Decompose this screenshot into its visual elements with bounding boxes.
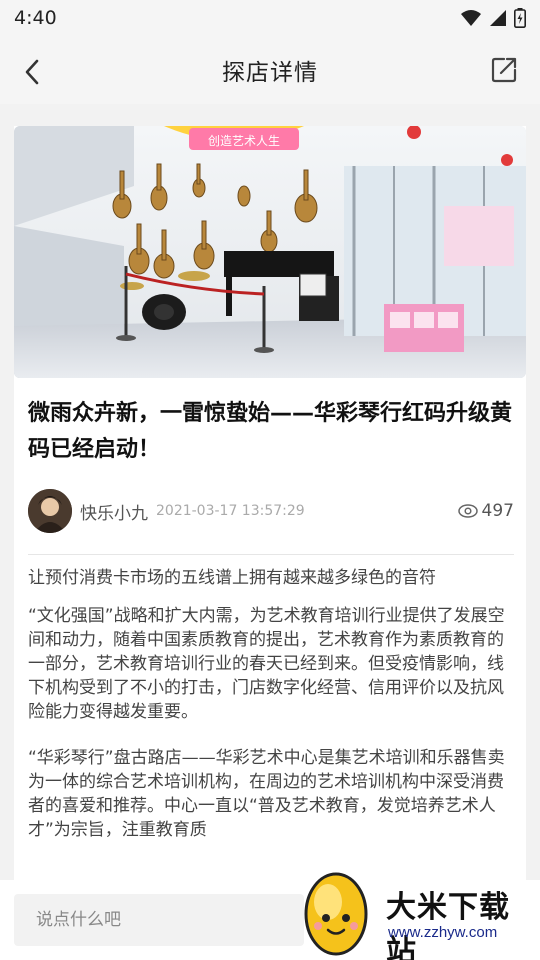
hero-banner-text: 创造艺术人生 [208, 134, 280, 148]
view-count: 497 [457, 501, 514, 521]
comment-input[interactable] [14, 894, 304, 946]
nav-bar: 探店详情 [0, 36, 540, 104]
chevron-left-icon [25, 59, 39, 85]
page-title: 探店详情 [222, 60, 318, 86]
status-bar: 4:40 [0, 0, 540, 36]
article-body: 让预付消费卡市场的五线谱上拥有越来越多绿色的音符 “文化强国”战略和扩大内需，为… [28, 566, 514, 856]
watermark-brand: 大米下载站 [386, 890, 510, 960]
post-datetime: 2021-03-17 13:57:29 [156, 503, 305, 519]
article-paragraph: “华彩琴行”盘古路店——华彩艺术中心是集艺术培训和乐器售卖为一体的综合艺术培训机… [28, 748, 505, 840]
share-button[interactable] [486, 52, 522, 88]
content-area[interactable]: 创造艺术人生 微雨众卉新，一雷惊蛰始——华彩琴行红码升级黄码已经启动！ 快乐小九… [0, 104, 540, 960]
author-name[interactable]: 快乐小九 [80, 499, 148, 524]
hero-image[interactable]: 创造艺术人生 [14, 126, 526, 378]
watermark: 大米下载站 www.zzhyw.com [298, 862, 540, 960]
status-time: 4:40 [14, 7, 57, 29]
avatar-image [28, 489, 72, 533]
watermark-url: www.zzhyw.com [388, 924, 498, 941]
signal-icon [490, 10, 506, 26]
status-icons [460, 8, 526, 28]
article-card: 创造艺术人生 微雨众卉新，一雷惊蛰始——华彩琴行红码升级黄码已经启动！ 快乐小九… [14, 126, 526, 960]
article-paragraph: “文化强国”战略和扩大内需，为艺术教育培训行业提供了发展空间和动力，随着中国素质… [28, 606, 505, 722]
article-paragraph: 让预付消费卡市场的五线谱上拥有越来越多绿色的音符 [28, 568, 436, 588]
article-title: 微雨众卉新，一雷惊蛰始——华彩琴行红码升级黄码已经启动！ [28, 401, 513, 462]
author-row: 快乐小九 2021-03-17 13:57:29 497 [28, 488, 514, 534]
eye-icon [457, 504, 478, 518]
avatar[interactable] [28, 489, 72, 533]
wifi-icon [461, 10, 481, 26]
store-photo-illustration: 创造艺术人生 [14, 126, 526, 378]
divider [28, 554, 514, 555]
view-count-value: 497 [481, 501, 514, 521]
back-button[interactable] [14, 54, 50, 90]
battery-icon [514, 8, 526, 28]
mascot-logo [304, 872, 368, 956]
share-external-icon [491, 57, 517, 83]
